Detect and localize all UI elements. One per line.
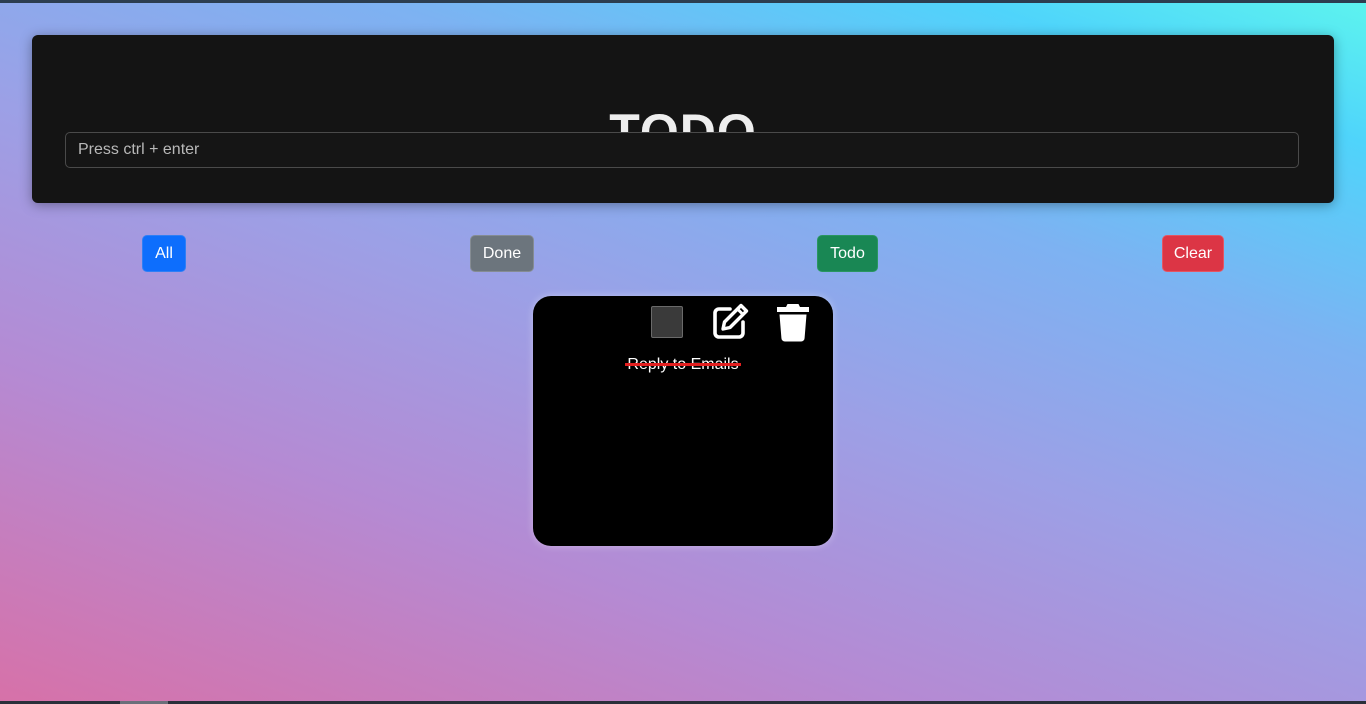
task-card: Reply to Emails <box>533 296 833 546</box>
edit-icon <box>713 303 749 339</box>
task-complete-checkbox[interactable] <box>651 306 683 338</box>
clear-button[interactable]: Clear <box>1162 235 1224 272</box>
header-card: TODO <box>32 35 1334 203</box>
trash-icon <box>777 304 809 342</box>
filter-done-button[interactable]: Done <box>470 235 534 272</box>
filter-all-button[interactable]: All <box>142 235 186 272</box>
new-task-input[interactable] <box>65 132 1299 168</box>
task-item: Reply to Emails <box>533 356 833 374</box>
task-text: Reply to Emails <box>625 356 741 373</box>
delete-task-button[interactable] <box>775 302 811 342</box>
filter-todo-button[interactable]: Todo <box>817 235 878 272</box>
edit-task-button[interactable] <box>710 302 750 342</box>
window-top-border <box>0 0 1366 3</box>
